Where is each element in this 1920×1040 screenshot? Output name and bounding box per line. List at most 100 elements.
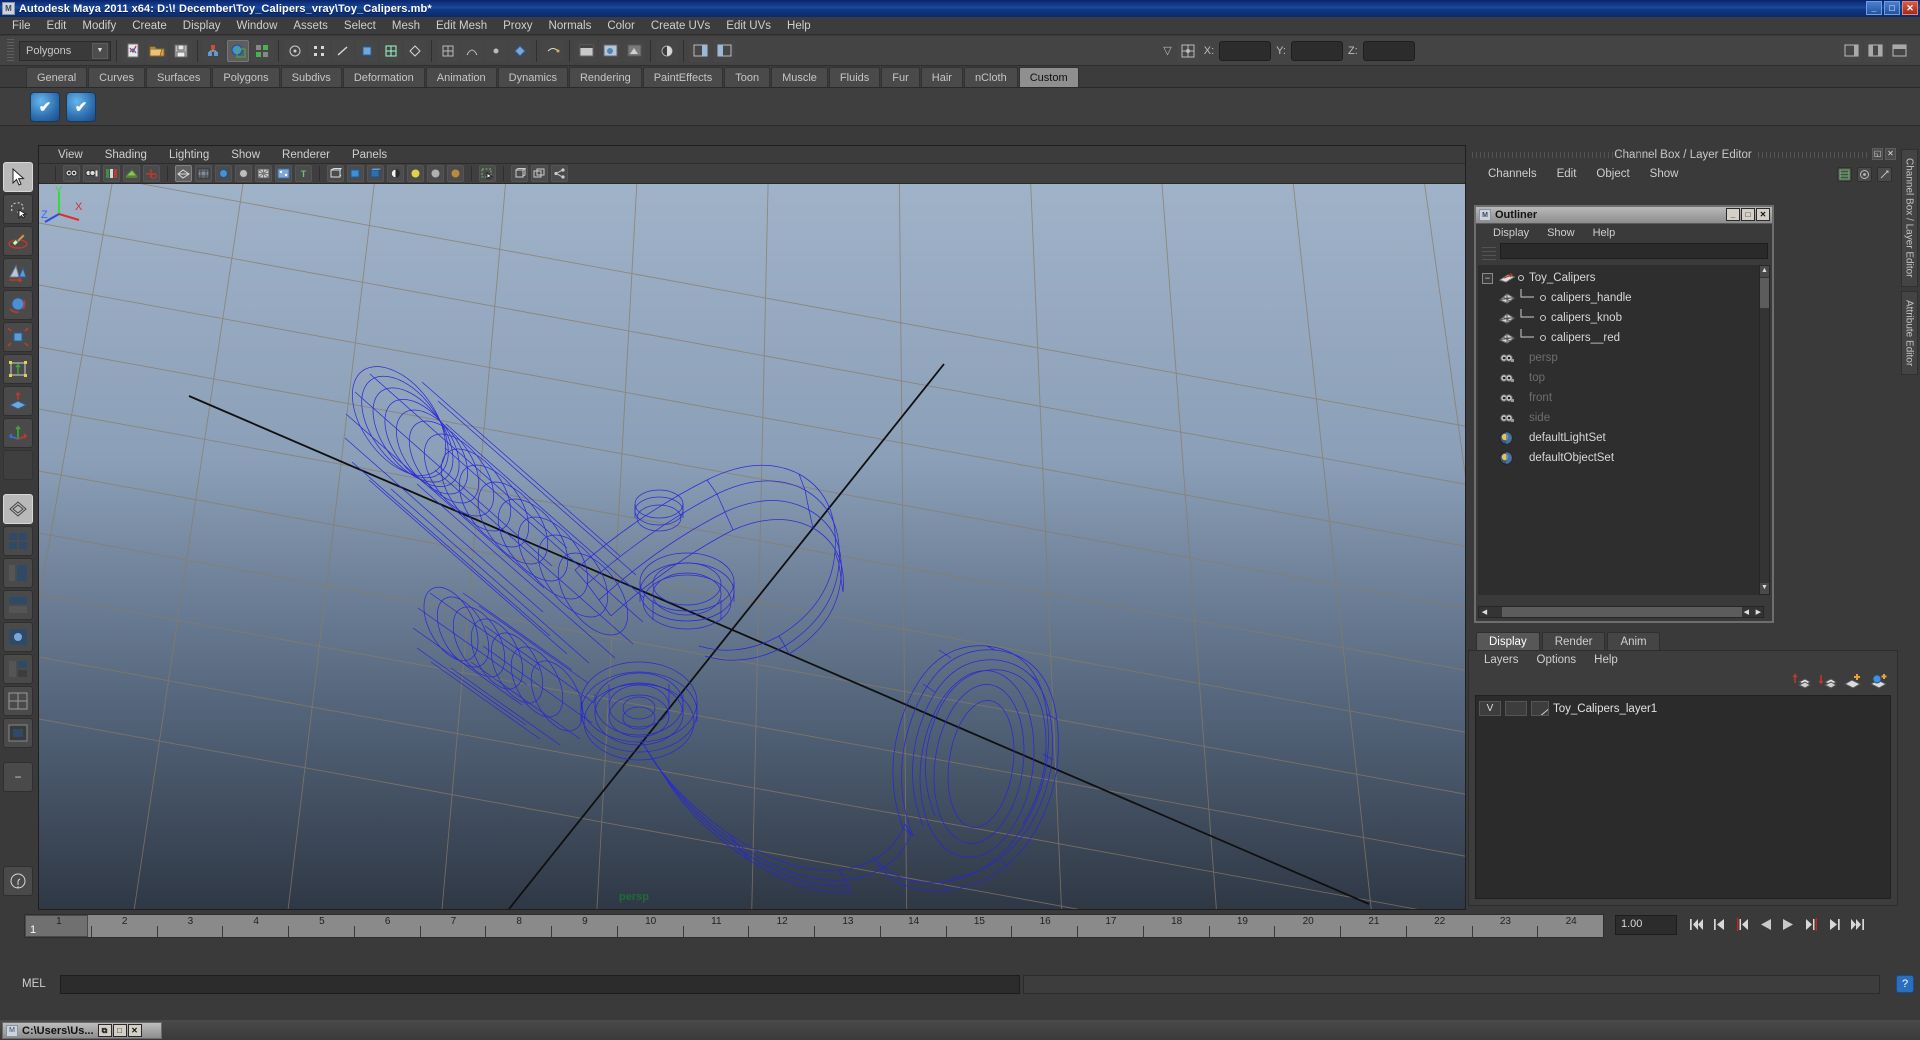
display-multiple-objects-icon[interactable]: [531, 165, 548, 182]
menu-window[interactable]: Window: [228, 18, 285, 34]
snap-to-grid-icon[interactable]: [437, 39, 459, 62]
show-manipulator-tool-icon[interactable]: [3, 418, 33, 448]
outliner-item-side[interactable]: side: [1478, 408, 1766, 428]
step-back-key-button[interactable]: [1711, 916, 1728, 933]
shelf-tab-animation[interactable]: Animation: [425, 67, 497, 87]
outliner-tree-list[interactable]: − Toy_Calipers calipers_handle calipers_…: [1478, 265, 1766, 595]
hardware-lighting-icon[interactable]: [275, 165, 292, 182]
paint-select-tool-icon[interactable]: [3, 226, 33, 256]
shelf-tab-painteffects[interactable]: PaintEffects: [642, 67, 724, 87]
y-coordinate-field[interactable]: [1290, 40, 1343, 61]
show-hide-channel-box-icon[interactable]: [1840, 39, 1863, 62]
outliner-minimize-button[interactable]: _: [1726, 208, 1740, 221]
viewport-menu-renderer[interactable]: Renderer: [271, 148, 341, 162]
scroll-right-icon-2[interactable]: ▶: [1756, 608, 1761, 616]
light-yellow-icon[interactable]: [407, 165, 424, 182]
hardware-texturing-icon[interactable]: [255, 165, 272, 182]
statusbar-grip[interactable]: [7, 38, 14, 63]
shelf-tab-curves[interactable]: Curves: [88, 67, 145, 87]
outliner-close-button[interactable]: ✕: [1756, 208, 1770, 221]
shelf-tab-hair[interactable]: Hair: [920, 67, 963, 87]
shelf-tab-dynamics[interactable]: Dynamics: [497, 67, 568, 87]
layer-menu-help[interactable]: Help: [1585, 654, 1627, 666]
channel-box-icon[interactable]: [1837, 167, 1852, 182]
scale-tool-icon[interactable]: [3, 322, 33, 352]
shelf-tab-muscle[interactable]: Muscle: [771, 67, 828, 87]
vtab-channel-box-layer-editor[interactable]: Channel Box / Layer Editor: [1900, 149, 1918, 287]
shelf-tab-polygons[interactable]: Polygons: [212, 67, 280, 87]
current-time-field[interactable]: 1.00: [1615, 915, 1677, 935]
open-hypershade-icon[interactable]: [656, 39, 678, 62]
outliner-horizontal-scrollbar[interactable]: ◀ ◀ ▶: [1478, 606, 1764, 618]
layer-display-type-icon[interactable]: [1531, 701, 1549, 716]
channelbox-menu-show[interactable]: Show: [1640, 168, 1689, 180]
viewport-menu-panels[interactable]: Panels: [341, 148, 398, 162]
move-tool-icon[interactable]: [3, 258, 33, 288]
select-by-component-type-icon[interactable]: [251, 39, 273, 62]
menu-create[interactable]: Create: [124, 18, 175, 34]
menu-create-uvs[interactable]: Create UVs: [643, 18, 718, 34]
menu-proxy[interactable]: Proxy: [495, 18, 540, 34]
scroll-up-icon[interactable]: ▲: [1760, 266, 1769, 277]
select-uvs-icon[interactable]: [380, 39, 402, 62]
shade-selected-objects-icon[interactable]: [367, 165, 384, 182]
menu-help[interactable]: Help: [779, 18, 819, 34]
taskbar-item-explorer[interactable]: M C:\Users\Us... ⧉ □ ✕: [2, 1022, 162, 1039]
taskbar-close-button[interactable]: ✕: [127, 1024, 142, 1037]
expand-collapse-icon[interactable]: −: [1482, 272, 1493, 284]
toggle-attribute-editor-icon[interactable]: [713, 39, 735, 62]
select-faces-icon[interactable]: [356, 39, 378, 62]
shelf-tab-toon[interactable]: Toon: [724, 67, 771, 87]
light-brown-icon[interactable]: [447, 165, 464, 182]
select-points-icon[interactable]: [308, 39, 330, 62]
channelbox-menu-object[interactable]: Object: [1586, 168, 1639, 180]
shelf-tab-fluids[interactable]: Fluids: [828, 67, 881, 87]
last-tool-used-slot[interactable]: [3, 450, 33, 480]
universal-manipulator-icon[interactable]: [3, 354, 33, 384]
outliner-menu-show[interactable]: Show: [1538, 227, 1584, 239]
menu-edit-uvs[interactable]: Edit UVs: [718, 18, 779, 34]
new-scene-icon[interactable]: [122, 39, 144, 62]
play-forwards-button[interactable]: [1780, 916, 1797, 933]
minimize-button[interactable]: _: [1866, 1, 1882, 15]
outliner-maximize-button[interactable]: □: [1741, 208, 1755, 221]
isolate-select-icon[interactable]: [479, 165, 496, 182]
layer-visibility-toggle[interactable]: V: [1479, 701, 1501, 716]
dock-grip-left[interactable]: [1472, 152, 1672, 158]
menu-edit[interactable]: Edit: [39, 18, 75, 34]
open-scene-icon[interactable]: [146, 39, 168, 62]
lasso-tool-icon[interactable]: [3, 194, 33, 224]
x-coordinate-field[interactable]: [1219, 40, 1272, 61]
play-backwards-button[interactable]: [1757, 916, 1774, 933]
layout-quick-single-icon[interactable]: [3, 494, 33, 524]
scrollbar-thumb[interactable]: [1760, 278, 1769, 308]
layout-outliner-persp-graph-icon[interactable]: [3, 654, 33, 684]
smooth-shade-selected-icon[interactable]: [215, 165, 232, 182]
go-to-end-button[interactable]: [1849, 916, 1866, 933]
display-textures-text-icon[interactable]: T: [295, 165, 312, 182]
shading-wireframe-on-shaded-icon[interactable]: [235, 165, 252, 182]
move-layer-up-icon[interactable]: [1792, 673, 1811, 694]
step-back-frame-button[interactable]: [1734, 916, 1751, 933]
channelbox-menu-channels[interactable]: Channels: [1478, 168, 1547, 180]
channelbox-menu-edit[interactable]: Edit: [1547, 168, 1587, 180]
command-line-type-label[interactable]: MEL: [22, 978, 60, 990]
taskbar-restore-button[interactable]: ⧉: [97, 1024, 112, 1037]
layout-custom-icon[interactable]: [3, 718, 33, 748]
display-single-object-icon[interactable]: [511, 165, 528, 182]
menu-mesh[interactable]: Mesh: [384, 18, 428, 34]
show-hide-attribute-editor-icon[interactable]: [1864, 39, 1887, 62]
select-camera-icon[interactable]: [63, 165, 80, 182]
shelf-tab-rendering[interactable]: Rendering: [568, 67, 642, 87]
menu-assets[interactable]: Assets: [285, 18, 336, 34]
outliner-vertical-scrollbar[interactable]: ▲ ▼: [1759, 265, 1770, 595]
outliner-menu-help[interactable]: Help: [1584, 227, 1625, 239]
light-grey-icon[interactable]: [427, 165, 444, 182]
viewport-menu-shading[interactable]: Shading: [94, 148, 158, 162]
outliner-titlebar[interactable]: M Outliner _ □ ✕: [1476, 207, 1772, 224]
layer-menu-options[interactable]: Options: [1528, 654, 1586, 666]
shelf-item-checkmark-1[interactable]: ✔: [30, 91, 60, 122]
layout-persp-graph-icon[interactable]: [3, 590, 33, 620]
layer-playback-toggle[interactable]: [1505, 701, 1527, 716]
toggle-sidebar-icon[interactable]: [689, 39, 711, 62]
